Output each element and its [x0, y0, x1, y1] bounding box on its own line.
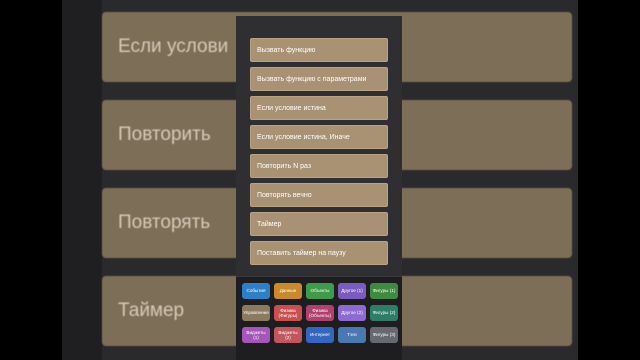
- category-button[interactable]: Другое (2): [338, 305, 366, 321]
- block-if-else[interactable]: Если условие истина, Иначе: [250, 125, 388, 149]
- category-button[interactable]: Физика (Фигуры): [274, 305, 302, 321]
- category-button[interactable]: События: [242, 283, 270, 299]
- category-button[interactable]: Объекты: [306, 283, 334, 299]
- block-list: Вызвать функцию Вызвать функцию с параме…: [250, 38, 388, 270]
- block-timer[interactable]: Таймер: [250, 212, 388, 236]
- category-button[interactable]: Данные: [274, 283, 302, 299]
- category-button[interactable]: Другое (1): [338, 283, 366, 299]
- category-palette: События Данные Объекты Другое (1) Фигуры (1)…: [236, 276, 402, 360]
- category-button[interactable]: Тэги: [338, 327, 366, 343]
- block-pause-timer[interactable]: Поставить таймер на паузу: [250, 241, 388, 265]
- category-button[interactable]: Физика (Объекты): [306, 305, 334, 321]
- block-repeat-n[interactable]: Повторить N раз: [250, 154, 388, 178]
- category-button[interactable]: Фигуры (2): [370, 305, 398, 321]
- block-repeat-forever[interactable]: Повторять вечно: [250, 183, 388, 207]
- status-bar: [236, 16, 402, 36]
- category-button[interactable]: Виджеты (2): [274, 327, 302, 343]
- category-button[interactable]: Виджеты (1): [242, 327, 270, 343]
- phone-screen: Вызвать функцию Вызвать функцию с параме…: [236, 16, 402, 360]
- block-if[interactable]: Если условие истина: [250, 96, 388, 120]
- category-button[interactable]: Управление: [242, 305, 270, 321]
- block-call-function-params[interactable]: Вызвать функцию с параметрами: [250, 67, 388, 91]
- category-button[interactable]: Интернет: [306, 327, 334, 343]
- category-button[interactable]: Фигуры (3): [370, 327, 398, 343]
- background-edge: [62, 0, 102, 360]
- category-button[interactable]: Фигуры (1): [370, 283, 398, 299]
- block-call-function[interactable]: Вызвать функцию: [250, 38, 388, 62]
